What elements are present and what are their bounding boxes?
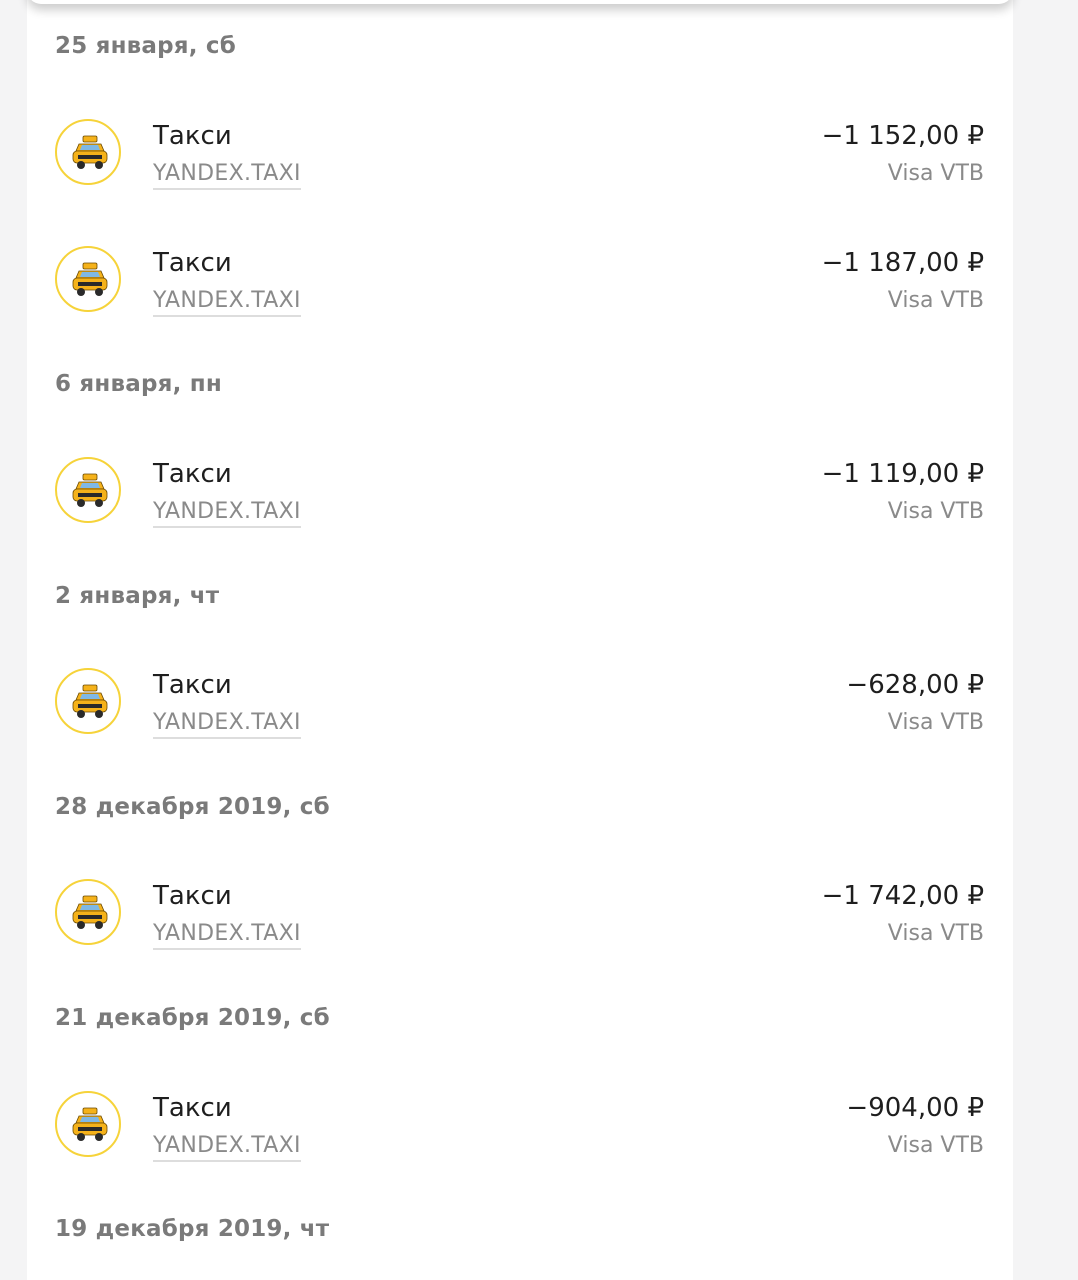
transaction-card: Visa VTB <box>887 499 984 524</box>
date-header: 19 декабря 2019, чт <box>55 1216 330 1242</box>
date-header: 28 декабря 2019, сб <box>55 794 330 820</box>
transaction-merchant-link[interactable]: YANDEX.TAXI <box>153 1133 301 1162</box>
transaction-row[interactable]: Такси YANDEX.TAXI −1 187,00 ₽ Visa VTB <box>0 246 1078 322</box>
transaction-amount: −628,00 ₽ <box>846 670 984 700</box>
transaction-row[interactable]: Такси YANDEX.TAXI −1 119,00 ₽ Visa VTB <box>0 457 1078 533</box>
transaction-card: Visa VTB <box>887 710 984 735</box>
transaction-merchant-link[interactable]: YANDEX.TAXI <box>153 921 301 950</box>
transaction-row[interactable]: Такси YANDEX.TAXI −628,00 ₽ Visa VTB <box>0 668 1078 744</box>
transaction-amount: −1 119,00 ₽ <box>821 459 984 489</box>
taxi-icon <box>55 668 121 734</box>
transaction-amount: −1 152,00 ₽ <box>821 121 984 151</box>
transaction-category: Такси <box>153 1093 232 1123</box>
taxi-car-graphic <box>72 895 108 929</box>
taxi-icon <box>55 119 121 185</box>
taxi-icon <box>55 879 121 945</box>
transaction-row[interactable]: Такси YANDEX.TAXI −1 152,00 ₽ Visa VTB <box>0 119 1078 195</box>
taxi-car-graphic <box>72 684 108 718</box>
date-header: 6 января, пн <box>55 371 222 397</box>
date-header: 2 января, чт <box>55 583 220 609</box>
transaction-category: Такси <box>153 248 232 278</box>
date-header: 21 декабря 2019, сб <box>55 1005 330 1031</box>
transaction-merchant-link[interactable]: YANDEX.TAXI <box>153 499 301 528</box>
taxi-car-graphic <box>72 135 108 169</box>
taxi-icon <box>55 1091 121 1157</box>
taxi-car-graphic <box>72 473 108 507</box>
transaction-card: Visa VTB <box>887 161 984 186</box>
transaction-merchant-link[interactable]: YANDEX.TAXI <box>153 288 301 317</box>
transaction-card: Visa VTB <box>887 288 984 313</box>
taxi-icon <box>55 457 121 523</box>
transaction-merchant-link[interactable]: YANDEX.TAXI <box>153 710 301 739</box>
transaction-merchant-link[interactable]: YANDEX.TAXI <box>153 161 301 190</box>
transaction-amount: −1 187,00 ₽ <box>821 248 984 278</box>
date-header: 25 января, сб <box>55 33 237 59</box>
transaction-category: Такси <box>153 670 232 700</box>
taxi-car-graphic <box>72 262 108 296</box>
transaction-category: Такси <box>153 121 232 151</box>
transaction-amount: −1 742,00 ₽ <box>821 881 984 911</box>
transaction-amount: −904,00 ₽ <box>846 1093 984 1123</box>
transaction-row[interactable]: Такси YANDEX.TAXI −904,00 ₽ Visa VTB <box>0 1091 1078 1167</box>
transaction-card: Visa VTB <box>887 1133 984 1158</box>
transaction-row[interactable]: Такси YANDEX.TAXI −1 742,00 ₽ Visa VTB <box>0 879 1078 955</box>
transaction-card: Visa VTB <box>887 921 984 946</box>
transaction-category: Такси <box>153 459 232 489</box>
taxi-car-graphic <box>72 1107 108 1141</box>
transaction-category: Такси <box>153 881 232 911</box>
taxi-icon <box>55 246 121 312</box>
header-bar-edge <box>27 0 1013 4</box>
